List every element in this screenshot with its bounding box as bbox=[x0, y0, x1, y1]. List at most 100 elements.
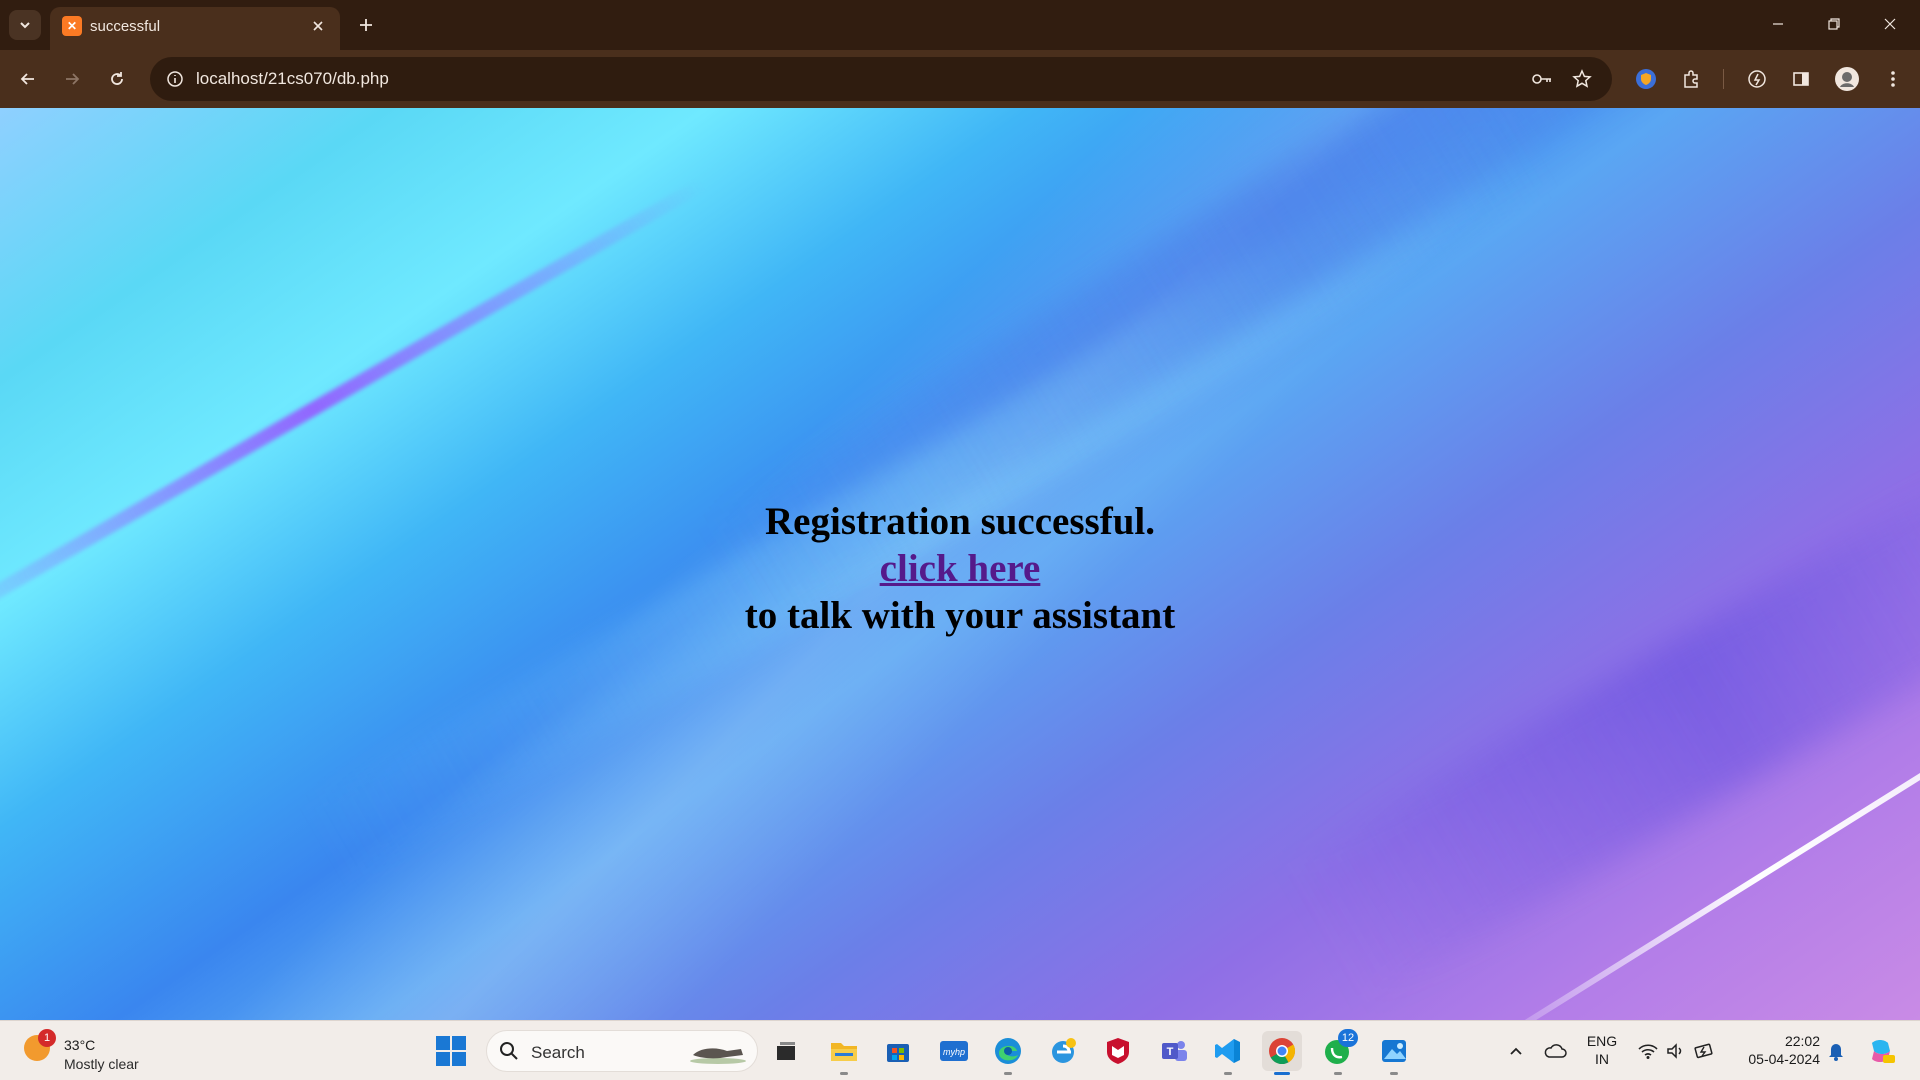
taskbar-teams[interactable]: T bbox=[1154, 1031, 1194, 1071]
avatar bbox=[1835, 67, 1859, 91]
kebab-menu-icon bbox=[1891, 71, 1895, 87]
tab-title: successful bbox=[90, 18, 161, 35]
url-text: localhost/21cs070/db.php bbox=[196, 69, 389, 88]
wifi-icon bbox=[1638, 1044, 1658, 1059]
weather-widget[interactable]: 1 33°C Mostly clear bbox=[18, 1029, 158, 1073]
weather-condition: Mostly clear bbox=[64, 1056, 139, 1072]
battery-button[interactable] bbox=[1690, 1035, 1720, 1067]
puzzle-icon bbox=[1684, 70, 1698, 88]
teams-icon: T bbox=[1162, 1041, 1187, 1061]
ie-icon bbox=[1052, 1038, 1076, 1063]
bookmark-button[interactable] bbox=[1568, 65, 1596, 93]
bell-icon bbox=[1829, 1044, 1843, 1061]
speedometer-icon bbox=[1748, 70, 1766, 88]
browser-tab[interactable]: ✕ successful bbox=[50, 7, 340, 50]
running-indicator bbox=[1390, 1072, 1398, 1075]
weather-temp: 33°C bbox=[64, 1037, 96, 1053]
task-view-icon bbox=[777, 1042, 795, 1060]
extensions-button[interactable] bbox=[1675, 63, 1707, 95]
taskbar-edge[interactable] bbox=[988, 1031, 1028, 1075]
show-hidden-icons-button[interactable] bbox=[1502, 1035, 1530, 1067]
taskbar-file-explorer[interactable] bbox=[824, 1031, 864, 1075]
edge-icon bbox=[995, 1038, 1021, 1064]
language-code: ENG bbox=[1586, 1033, 1618, 1049]
notification-badge: 12 bbox=[1338, 1029, 1358, 1047]
minimize-icon bbox=[1773, 23, 1783, 25]
store-icon bbox=[887, 1044, 909, 1062]
taskbar-mcafee[interactable] bbox=[1098, 1031, 1138, 1071]
taskbar-myhp[interactable]: myhp bbox=[934, 1031, 974, 1071]
chevron-down-icon bbox=[20, 22, 30, 29]
password-key-button[interactable] bbox=[1528, 65, 1556, 93]
site-info-button[interactable] bbox=[160, 64, 190, 94]
mcafee-shield-icon bbox=[1107, 1038, 1129, 1064]
onedrive-button[interactable] bbox=[1540, 1035, 1570, 1067]
running-indicator bbox=[840, 1072, 848, 1075]
assistant-link[interactable]: click here bbox=[880, 547, 1041, 590]
speaker-icon bbox=[1667, 1043, 1682, 1059]
start-button[interactable] bbox=[436, 1036, 466, 1066]
taskbar-task-view[interactable] bbox=[766, 1031, 806, 1071]
shield-extension-icon bbox=[1636, 69, 1656, 89]
address-bar[interactable]: localhost/21cs070/db.php bbox=[150, 57, 1612, 101]
browser-menu-button[interactable] bbox=[1877, 63, 1909, 95]
tab-close-button[interactable] bbox=[306, 14, 330, 38]
new-tab-button[interactable] bbox=[352, 11, 380, 39]
arrow-right-icon bbox=[66, 73, 80, 85]
taskbar-microsoft-store[interactable] bbox=[878, 1031, 918, 1071]
close-icon bbox=[313, 21, 323, 31]
xampp-favicon-icon: ✕ bbox=[62, 16, 82, 36]
toolbar-divider bbox=[1723, 69, 1724, 89]
folder-icon bbox=[831, 1043, 857, 1061]
taskbar-internet-explorer[interactable] bbox=[1044, 1031, 1084, 1071]
performance-button[interactable] bbox=[1741, 63, 1773, 95]
side-panel-button[interactable] bbox=[1785, 63, 1817, 95]
search-icon bbox=[500, 1042, 518, 1060]
taskbar-photos[interactable] bbox=[1374, 1031, 1414, 1075]
taskbar-chrome[interactable] bbox=[1262, 1031, 1302, 1075]
notifications-button[interactable] bbox=[1822, 1035, 1850, 1067]
forward-button[interactable] bbox=[56, 63, 88, 95]
language-indicator[interactable]: ENG IN bbox=[1582, 1032, 1622, 1068]
side-panel-icon bbox=[1793, 72, 1809, 86]
svg-text:myhp: myhp bbox=[943, 1047, 965, 1057]
star-icon bbox=[1572, 69, 1592, 88]
taskbar-vscode[interactable] bbox=[1208, 1031, 1248, 1075]
taskbar-search[interactable]: Search bbox=[486, 1030, 758, 1072]
windows-logo-icon bbox=[436, 1036, 450, 1050]
close-window-button[interactable] bbox=[1862, 0, 1918, 48]
taskbar-whatsapp[interactable]: 12 bbox=[1318, 1029, 1358, 1075]
photos-icon bbox=[1382, 1040, 1406, 1062]
key-icon bbox=[1532, 74, 1551, 84]
taskbar: 1 33°C Mostly clear Search myhp T 12 ENG… bbox=[0, 1020, 1920, 1080]
search-highlight-icon bbox=[690, 1048, 746, 1064]
extension-shield-button[interactable] bbox=[1630, 63, 1662, 95]
restore-button[interactable] bbox=[1806, 0, 1862, 48]
browser-toolbar: localhost/21cs070/db.php bbox=[0, 50, 1920, 108]
restore-icon bbox=[1828, 18, 1840, 30]
volume-button[interactable] bbox=[1662, 1035, 1688, 1067]
tab-search-button[interactable] bbox=[9, 10, 41, 40]
reload-icon bbox=[111, 72, 123, 85]
arrow-left-icon bbox=[20, 73, 34, 85]
running-indicator bbox=[1004, 1072, 1012, 1075]
back-button[interactable] bbox=[12, 63, 44, 95]
active-indicator bbox=[1274, 1072, 1290, 1075]
info-icon bbox=[167, 71, 183, 87]
page-title: Registration successful. bbox=[765, 500, 1155, 543]
vscode-icon bbox=[1215, 1039, 1240, 1063]
clock-date: 05-04-2024 bbox=[1748, 1051, 1820, 1067]
close-icon bbox=[1884, 18, 1896, 30]
cloud-icon bbox=[1544, 1044, 1567, 1058]
minimize-button[interactable] bbox=[1750, 0, 1806, 48]
page-subtext: to talk with your assistant bbox=[744, 594, 1176, 637]
page-content: Registration successful. click here to t… bbox=[0, 108, 1920, 1020]
taskbar-clock[interactable]: 22:02 05-04-2024 bbox=[1730, 1032, 1820, 1068]
myhp-icon: myhp bbox=[940, 1041, 968, 1061]
reload-button[interactable] bbox=[101, 63, 133, 95]
clock-time: 22:02 bbox=[1784, 1033, 1820, 1049]
battery-icon bbox=[1694, 1043, 1713, 1059]
network-button[interactable] bbox=[1634, 1035, 1662, 1067]
profile-button[interactable] bbox=[1831, 63, 1863, 95]
copilot-button[interactable] bbox=[1864, 1035, 1898, 1067]
